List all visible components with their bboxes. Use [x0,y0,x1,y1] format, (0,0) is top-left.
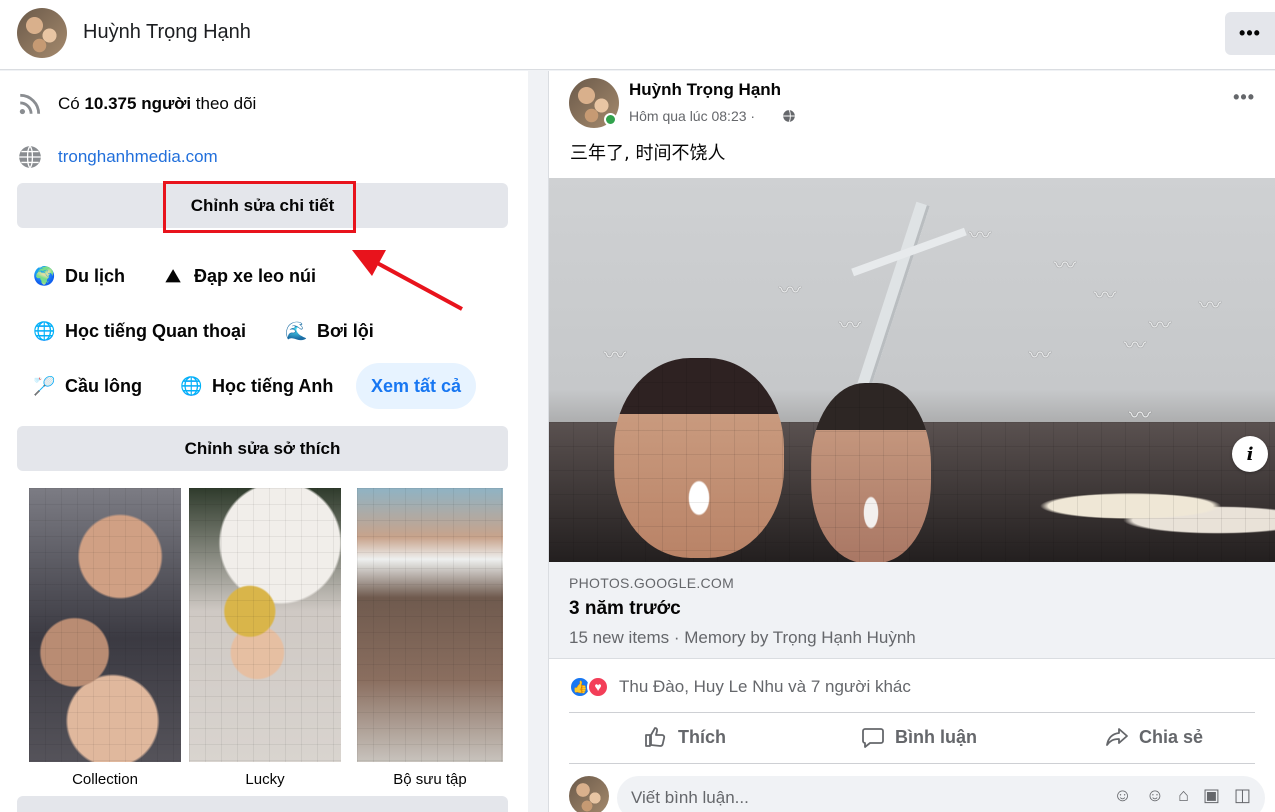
collection-label[interactable]: Lucky [189,771,341,788]
thumbs-up-icon [645,727,666,747]
see-all-hobbies-button[interactable]: Xem tất cả [356,363,476,409]
commenter-avatar[interactable] [569,776,609,812]
seagull: 〰 [1029,343,1052,368]
comment-placeholder: Viết bình luận... [631,788,749,807]
collection-label[interactable]: Bộ sưu tập [357,771,503,788]
link-preview[interactable]: PHOTOS.GOOGLE.COM 3 năm trước 15 new ite… [549,562,1275,659]
reactions-summary[interactable]: 👍 ♥ Thu Đào, Huy Le Nhu và 7 người khác [569,676,911,698]
pixelated-face [614,358,784,558]
divider [569,763,1255,764]
post-more-options-button[interactable]: ••• [1233,87,1255,108]
badminton-icon: 🏸 [33,376,56,396]
comment-tools: ☺ ☺ ⌂ ▣ ◫ [1113,785,1251,806]
camera-icon[interactable]: ⌂ [1178,785,1189,806]
profile-avatar[interactable] [17,8,67,58]
share-arrow-icon [1106,728,1128,746]
more-options-button[interactable]: ••• [1225,12,1275,55]
seagull: 〰 [779,278,802,303]
seagull: 〰 [1124,333,1147,358]
seagull: 〰 [969,223,992,248]
pixelated-face [811,383,931,562]
intro-panel: Có 10.375 người theo dõi tronghanhmedia.… [0,71,528,812]
seagull: 〰 [1094,283,1117,308]
hobby-chip[interactable]: 🌐 Học tiếng Anh [180,376,333,397]
earth-icon: 🌍 [33,266,56,286]
globe-meridians-icon: 🌐 [180,376,203,396]
collection-thumbnail[interactable] [189,488,341,762]
emoji-icon[interactable]: ☺ [1146,785,1164,806]
followers-count: Có 10.375 người theo dõi [58,94,257,113]
globe-icon [19,145,41,169]
rss-followers-icon [19,93,41,115]
post-photo[interactable]: 〰 〰 〰 〰 〰 〰 〰 〰 〰 〰 〰 [549,178,1275,562]
seagull: 〰 [1199,293,1222,318]
hobby-chip[interactable]: 🌍 Du lịch [33,266,125,287]
annotation-highlight-box [163,181,356,233]
profile-name[interactable]: Huỳnh Trọng Hạnh [83,21,251,44]
info-icon[interactable]: i [1232,436,1268,472]
comment-input[interactable]: Viết bình luận... ☺ ☺ ⌂ ▣ ◫ [617,776,1265,812]
comment-button[interactable]: Bình luận [861,725,977,749]
link-title[interactable]: 3 năm trước [569,598,681,620]
post-card: Huỳnh Trọng Hạnh Hôm qua lúc 08:23 · •••… [548,71,1275,812]
edit-hobbies-button[interactable]: Chỉnh sửa sở thích [17,426,508,471]
gif-icon[interactable]: ▣ [1203,785,1220,806]
post-text: 三年了, 时间不饶人 [570,143,726,164]
hobby-chip[interactable]: ⛰ Đạp xe leo núi [162,266,316,287]
collection-label[interactable]: Collection [29,771,181,788]
link-subtitle: 15 new items · Memory by Trọng Hạnh Huỳn… [569,628,916,647]
wave-icon: 🌊 [285,321,308,341]
hobby-chip[interactable]: 🌊 Bơi lội [285,321,374,342]
reactors-text[interactable]: Thu Đào, Huy Le Nhu và 7 người khác [619,677,911,697]
hobby-chip[interactable]: 🌐 Học tiếng Quan thoại [33,321,246,342]
avatar-sticker-icon[interactable]: ☺ [1113,785,1131,806]
collection-thumbnail[interactable] [357,488,503,762]
mountain-icon: ⛰ [165,266,181,286]
seagull: 〰 [1054,253,1077,278]
public-audience-icon [783,109,795,123]
hobby-chip[interactable]: 🏸 Cầu lông [33,376,142,397]
profile-header-bar: Huỳnh Trọng Hạnh ••• [0,0,1275,70]
comment-bubble-icon [862,728,884,748]
bottom-gray-button[interactable] [17,796,508,812]
post-timestamp[interactable]: Hôm qua lúc 08:23 · [629,108,755,124]
seagull: 〰 [839,313,862,338]
post-author-name[interactable]: Huỳnh Trọng Hạnh [629,80,781,100]
link-domain: PHOTOS.GOOGLE.COM [569,575,735,591]
online-status-dot [604,113,617,126]
website-link[interactable]: tronghanhmedia.com [58,147,218,167]
share-button[interactable]: Chia sẻ [1105,725,1203,749]
collection-thumbnail[interactable] [29,488,181,762]
love-reaction-icon: ♥ [587,676,609,698]
like-button[interactable]: Thích [644,725,726,749]
annotation-arrow [352,250,463,311]
globe-meridians-icon: 🌐 [33,321,56,341]
seagull: 〰 [1149,313,1172,338]
divider [569,712,1255,713]
seagull: 〰 [604,343,627,368]
sticker-icon[interactable]: ◫ [1234,785,1251,806]
